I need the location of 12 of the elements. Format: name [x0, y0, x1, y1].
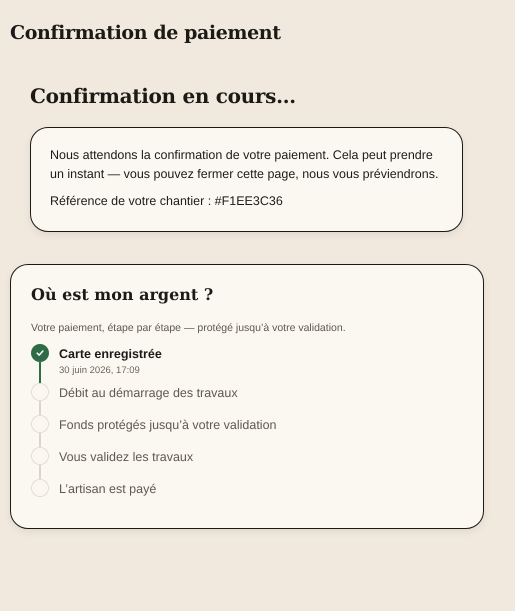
- step-label: Fonds protégés jusqu’à votre validation: [59, 417, 276, 433]
- status-heading: Confirmation en cours…: [30, 84, 296, 108]
- project-reference: Référence de votre chantier : #F1EE3C36: [50, 193, 284, 210]
- step-date: 30 juin 2026, 17:09: [59, 364, 141, 377]
- status-message: Nous attendons la confirmation de votre paiement. Cela peut prendre un instant — vous pouvez fermer cette page, nous vous préviendrons.: [50, 147, 440, 183]
- step-label: Vous validez les travaux: [59, 449, 194, 465]
- page-title: Confirmation de paiement: [10, 22, 281, 44]
- step-label: Carte enregistrée: [59, 346, 162, 362]
- tracker-subtitle: Votre paiement, étape par étape — protégé jusqu’à votre validation.: [31, 322, 346, 334]
- step-label: Débit au démarrage des travaux: [59, 385, 238, 401]
- step-label: L’artisan est payé: [59, 481, 156, 497]
- tracker-heading: Où est mon argent ?: [31, 285, 214, 304]
